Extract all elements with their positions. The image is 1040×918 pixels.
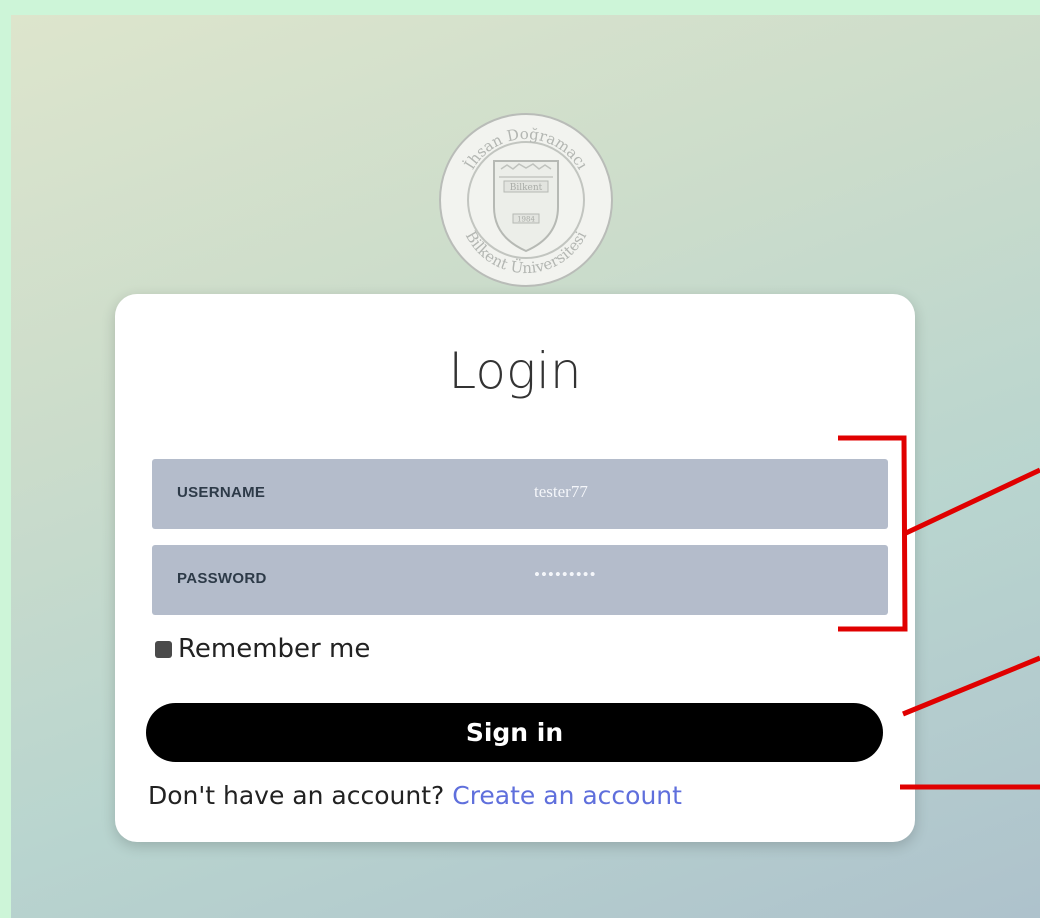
svg-text:Bilkent: Bilkent xyxy=(510,183,543,193)
login-card: Login USERNAME tester77 PASSWORD •••••••… xyxy=(115,294,915,842)
remember-me-label: Remember me xyxy=(178,634,371,664)
username-label: USERNAME xyxy=(177,484,266,501)
login-title: Login xyxy=(448,342,582,400)
sign-in-button[interactable]: Sign in xyxy=(146,703,883,762)
password-input[interactable]: ••••••••• xyxy=(534,565,597,585)
username-field[interactable]: USERNAME tester77 xyxy=(152,459,888,529)
svg-text:1984: 1984 xyxy=(517,216,535,224)
password-label: PASSWORD xyxy=(177,570,267,587)
create-account-row: Don't have an account? Create an account xyxy=(148,781,682,810)
no-account-text: Don't have an account? xyxy=(148,781,445,810)
page-background: İhsan Doğramacı Bilkent Üniversitesi Bil… xyxy=(11,15,1040,918)
password-field[interactable]: PASSWORD ••••••••• xyxy=(152,545,888,615)
create-account-link[interactable]: Create an account xyxy=(452,781,682,810)
university-seal-logo: İhsan Doğramacı Bilkent Üniversitesi Bil… xyxy=(439,113,613,287)
remember-me[interactable]: Remember me xyxy=(155,634,370,664)
remember-me-checkbox[interactable] xyxy=(155,640,172,658)
username-input[interactable]: tester77 xyxy=(534,482,588,502)
